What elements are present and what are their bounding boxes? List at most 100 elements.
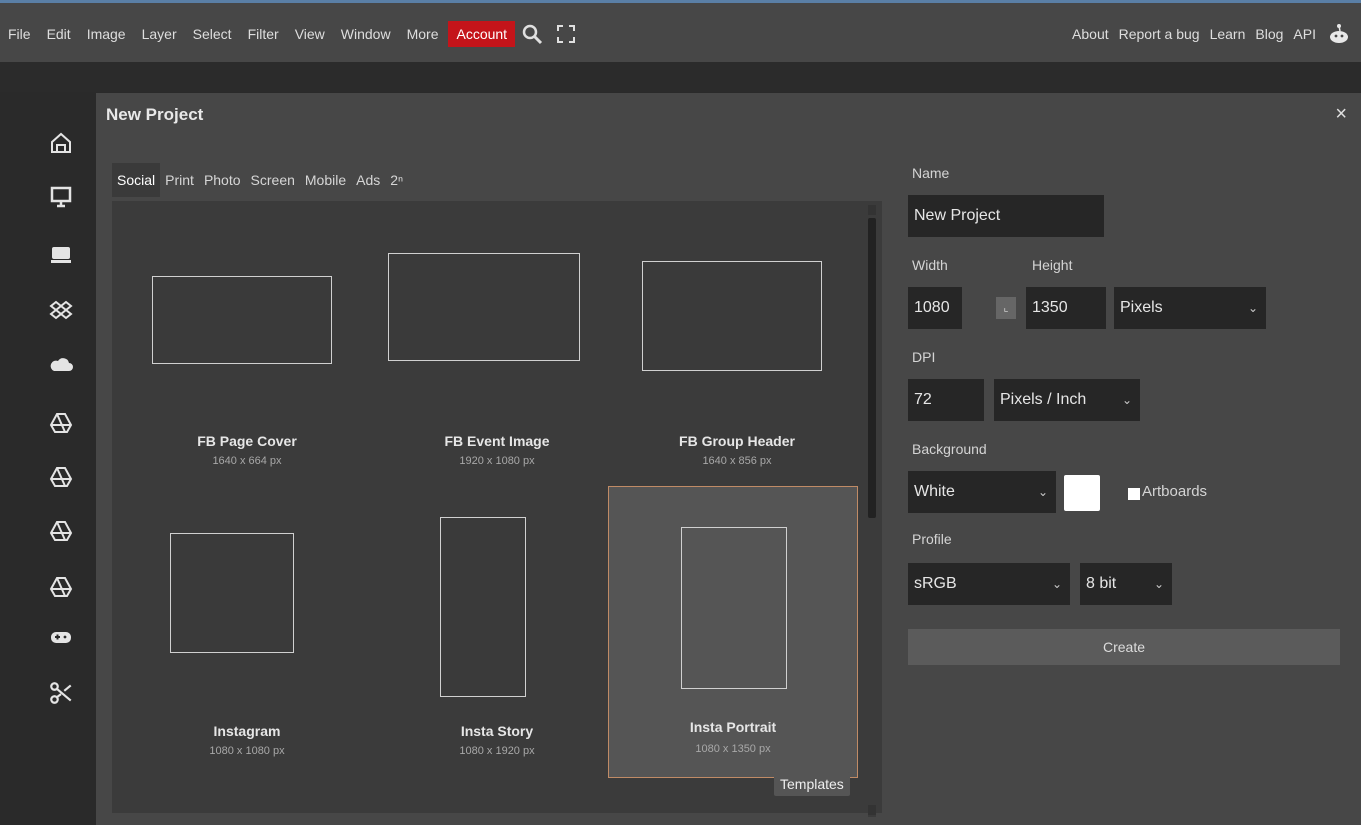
template-size: 1080 x 1080 px [209, 745, 285, 757]
template-size: 1640 x 664 px [212, 455, 282, 467]
template-instagram[interactable]: Instagram 1080 x 1080 px [122, 501, 372, 793]
menu-file[interactable]: File [0, 21, 39, 47]
template-preview [642, 261, 822, 371]
google-drive-icon-2[interactable] [48, 464, 74, 490]
menu-image[interactable]: Image [79, 21, 134, 47]
monitor-icon[interactable] [48, 184, 74, 210]
chevron-down-icon: ⌄ [1121, 393, 1132, 407]
width-input[interactable]: 1080 [908, 287, 962, 329]
preset-tabs: Social Print Photo Screen Mobile Ads 2ⁿ [112, 163, 408, 197]
unit-select[interactable]: Pixels ⌄ [1114, 287, 1266, 329]
scrollbar-thumb[interactable] [868, 218, 876, 518]
link-learn[interactable]: Learn [1205, 21, 1251, 47]
template-preview [681, 527, 787, 689]
unit-value: Pixels [1120, 299, 1163, 316]
reddit-icon[interactable] [1327, 22, 1351, 46]
tab-power-of-two[interactable]: 2ⁿ [385, 163, 408, 197]
chevron-down-icon: ⌄ [1153, 577, 1164, 591]
template-name: FB Event Image [444, 433, 550, 449]
chevron-down-icon: ⌄ [1037, 485, 1048, 499]
dialog-title: New Project [106, 105, 204, 124]
menu-more[interactable]: More [399, 21, 447, 47]
menu-filter[interactable]: Filter [240, 21, 287, 47]
menu-view[interactable]: View [287, 21, 333, 47]
left-sidebar [0, 92, 93, 825]
template-name: FB Page Cover [197, 433, 297, 449]
scroll-down-arrow[interactable] [868, 805, 876, 815]
google-drive-icon-4[interactable] [48, 574, 74, 600]
gamepad-icon[interactable] [48, 624, 74, 650]
onedrive-icon[interactable] [48, 352, 74, 378]
chevron-down-icon: ⌄ [1051, 577, 1062, 591]
link-blog[interactable]: Blog [1250, 21, 1288, 47]
dpi-input[interactable]: 72 [908, 379, 984, 421]
tab-screen[interactable]: Screen [246, 163, 300, 197]
template-fb-group-header[interactable]: FB Group Header 1640 x 856 px [612, 211, 862, 503]
image-stack-icon[interactable] [48, 242, 74, 268]
dpi-label: DPI [912, 349, 936, 365]
menu-layer[interactable]: Layer [134, 21, 185, 47]
bit-depth-select[interactable]: 8 bit ⌄ [1080, 563, 1172, 605]
dpi-unit-value: Pixels / Inch [1000, 391, 1087, 408]
link-api[interactable]: API [1288, 21, 1321, 47]
dpi-unit-select[interactable]: Pixels / Inch ⌄ [994, 379, 1140, 421]
profile-label: Profile [912, 531, 952, 547]
link-about[interactable]: About [1067, 21, 1114, 47]
height-input[interactable]: 1350 [1026, 287, 1106, 329]
background-select[interactable]: White ⌄ [908, 471, 1056, 513]
background-color-swatch[interactable] [1064, 475, 1100, 511]
google-drive-icon-3[interactable] [48, 518, 74, 544]
template-preview [440, 517, 526, 697]
template-size: 1920 x 1080 px [459, 455, 535, 467]
template-name: Insta Story [460, 723, 534, 739]
profile-value: sRGB [914, 575, 957, 592]
name-label: Name [912, 165, 950, 181]
tab-print[interactable]: Print [160, 163, 199, 197]
template-size: 1640 x 856 px [702, 455, 772, 467]
bit-depth-value: 8 bit [1086, 575, 1117, 592]
main-menu: File Edit Image Layer Select Filter View… [0, 21, 583, 47]
home-icon[interactable] [48, 130, 74, 156]
link-report-bug[interactable]: Report a bug [1114, 21, 1205, 47]
menu-edit[interactable]: Edit [39, 21, 79, 47]
menu-account[interactable]: Account [448, 21, 516, 47]
template-size: 1080 x 1920 px [459, 745, 535, 757]
tab-photo[interactable]: Photo [199, 163, 246, 197]
tab-ads[interactable]: Ads [351, 163, 385, 197]
width-label: Width [912, 257, 948, 273]
scissors-icon[interactable] [48, 680, 74, 706]
profile-select[interactable]: sRGB ⌄ [908, 563, 1070, 605]
template-preview [170, 533, 294, 653]
menu-select[interactable]: Select [185, 21, 240, 47]
fullscreen-icon[interactable] [549, 21, 583, 47]
scroll-up-arrow[interactable] [868, 205, 876, 215]
template-insta-story[interactable]: Insta Story 1080 x 1920 px [372, 501, 622, 793]
google-drive-icon[interactable] [48, 410, 74, 436]
template-insta-portrait[interactable]: Insta Portrait 1080 x 1350 px [608, 486, 858, 778]
template-preview [152, 276, 332, 364]
close-icon[interactable]: × [1335, 103, 1347, 126]
template-size: 1080 x 1350 px [695, 743, 771, 755]
template-fb-page-cover[interactable]: FB Page Cover 1640 x 664 px [122, 211, 372, 503]
background-value: White [914, 483, 955, 500]
project-name-input[interactable]: New Project [908, 195, 1104, 237]
template-name: FB Group Header [679, 433, 795, 449]
new-project-dialog: New Project × Social Print Photo Screen … [96, 93, 1361, 825]
tab-mobile[interactable]: Mobile [300, 163, 351, 197]
template-fb-event-image[interactable]: FB Event Image 1920 x 1080 px [372, 211, 622, 503]
header-links: About Report a bug Learn Blog API [1067, 21, 1321, 47]
dropbox-icon[interactable] [48, 298, 74, 324]
background-label: Background [912, 441, 987, 457]
menu-bar: File Edit Image Layer Select Filter View… [0, 0, 1361, 62]
create-button[interactable]: Create [908, 629, 1340, 665]
artboards-checkbox[interactable] [1128, 488, 1140, 500]
height-label: Height [1032, 257, 1073, 273]
template-name: Instagram [213, 723, 281, 739]
tab-social[interactable]: Social [112, 163, 161, 197]
search-icon[interactable] [515, 21, 549, 47]
link-ratio-icon[interactable]: ⌞ [996, 297, 1016, 319]
menu-window[interactable]: Window [333, 21, 399, 47]
artboards-label: Artboards [1142, 483, 1208, 500]
template-grid: FB Page Cover 1640 x 664 px FB Event Ima… [112, 201, 882, 813]
template-preview [388, 253, 580, 361]
